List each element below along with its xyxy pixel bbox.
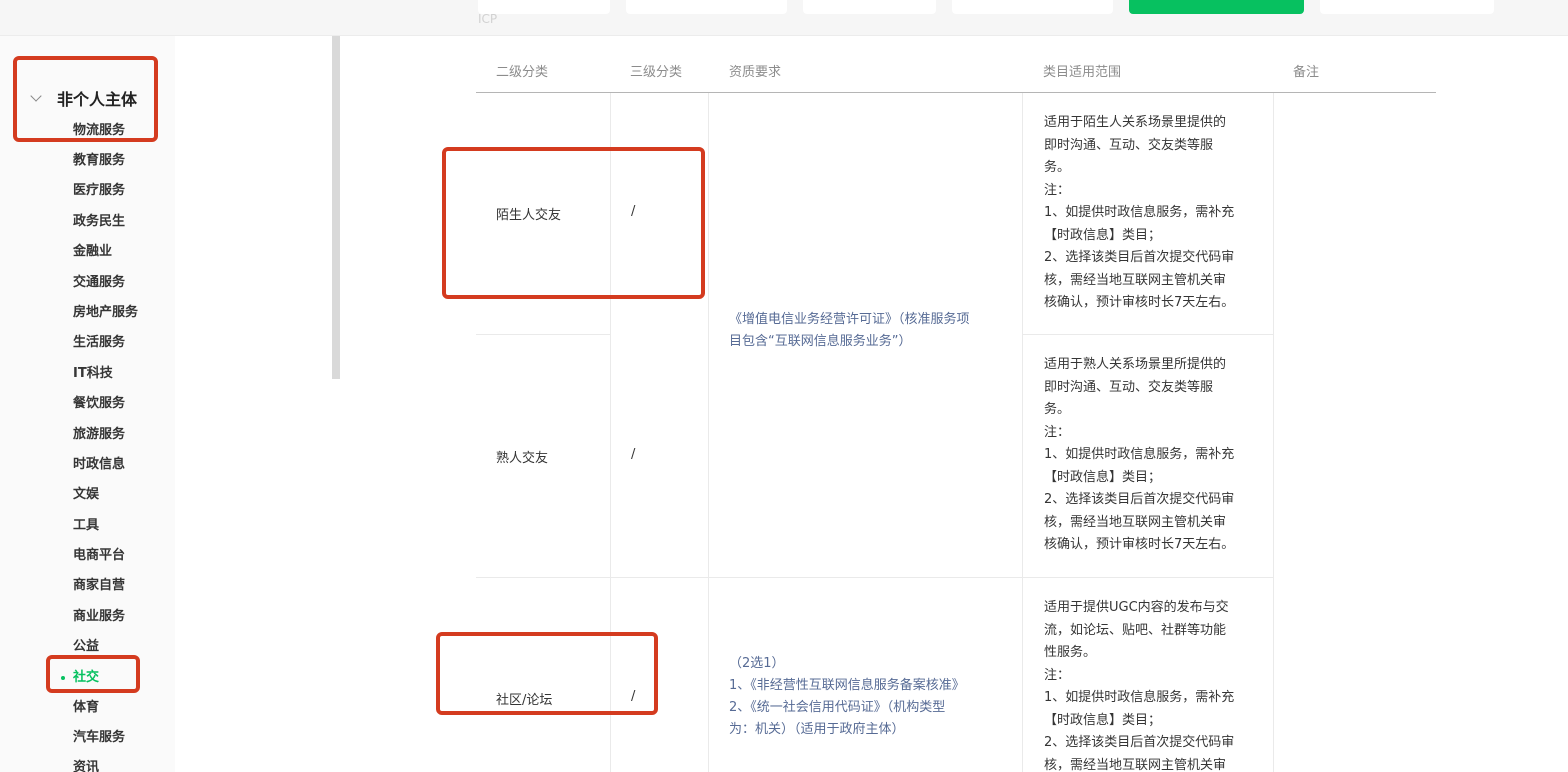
sidebar-item-travel[interactable]: 旅游服务 (73, 426, 125, 444)
scope-line: 2、选择该类目后首次提交代码审 (1044, 735, 1235, 750)
requirement-link-telecom[interactable]: 《增值电信业务经营许可证》（核准服务项 目包含“互联网信息服务业务”） (729, 309, 1019, 353)
table-cell-scope: 适用于陌生人关系场景里提供的 即时沟通、互动、交友类等服 务。 注： 1、如提供… (1044, 112, 1258, 315)
annotation-box-stranger (442, 147, 705, 299)
scope-line: 【时政信息】类目； (1044, 227, 1162, 243)
sidebar-item-it[interactable]: IT科技 (73, 365, 113, 383)
top-tab-6[interactable] (1320, 0, 1494, 14)
requirement-line: 《增值电信业务经营许可证》（核准服务项 (729, 312, 970, 327)
sidebar-item-ecommerce[interactable]: 电商平台 (73, 547, 125, 565)
scope-line: 核，需经当地互联网主管机关审 (1044, 514, 1227, 530)
row-divider (1022, 334, 1273, 335)
scope-line: 即时沟通、互动、交友类等服 (1044, 137, 1214, 153)
header-requirements: 资质要求 (729, 65, 782, 80)
sidebar-item-business[interactable]: 商业服务 (73, 608, 125, 626)
sidebar-item-politics[interactable]: 时政信息 (73, 456, 125, 474)
sidebar-item-finance[interactable]: 金融业 (73, 243, 112, 261)
table-cell-scope: 适用于熟人关系场景里所提供的 即时沟通、互动、交友类等服 务。 注： 1、如提供… (1044, 354, 1258, 557)
sidebar-item-transport[interactable]: 交通服务 (73, 274, 125, 292)
scope-line: 1、如提供时政信息服务，需补充 (1044, 447, 1235, 462)
sidebar-item-merchant[interactable]: 商家自营 (73, 577, 125, 595)
requirement-line: 目包含“互联网信息服务业务”） (729, 334, 912, 349)
sidebar-item-medical[interactable]: 医疗服务 (73, 182, 125, 200)
col-divider (1022, 93, 1023, 772)
col-divider (1273, 93, 1274, 772)
header-level3: 三级分类 (630, 65, 683, 80)
header-level2: 二级分类 (496, 65, 549, 80)
top-tab-1[interactable] (478, 0, 610, 14)
row-divider (476, 577, 1273, 578)
header-divider (476, 92, 1436, 93)
scope-line: 核，需经当地互联网主管机关审 (1044, 757, 1227, 772)
scope-line: 流，如论坛、贴吧、社群等功能 (1044, 622, 1227, 638)
table-cell-level3: / (631, 447, 636, 462)
faint-header-text: ICP (478, 12, 498, 26)
header-remarks: 备注 (1293, 65, 1320, 80)
sidebar-item-education[interactable]: 教育服务 (73, 152, 125, 170)
scope-line: 核确认，预计审核时长7天左右。 (1044, 295, 1235, 310)
scope-line: 1、如提供时政信息服务，需补充 (1044, 690, 1235, 705)
top-tab-active[interactable] (1129, 0, 1304, 14)
scope-line: 核，需经当地互联网主管机关审 (1044, 272, 1227, 288)
sidebar-item-life[interactable]: 生活服务 (73, 334, 125, 352)
sidebar-item-entertainment[interactable]: 文娱 (73, 486, 99, 504)
top-tab-4[interactable] (952, 0, 1113, 14)
scope-line: 【时政信息】类目； (1044, 712, 1162, 728)
sidebar-item-auto[interactable]: 汽车服务 (73, 729, 125, 747)
sidebar-item-tools[interactable]: 工具 (73, 517, 99, 535)
requirement-link-credit-code[interactable]: 2、《统一社会信用代码证》（机构类型 (729, 697, 1019, 719)
sidebar-item-news[interactable]: 资讯 (73, 759, 99, 772)
scope-line: 注： (1044, 667, 1071, 683)
header-scope: 类目适用范围 (1043, 65, 1122, 80)
top-toolbar: ICP (0, 0, 1568, 36)
scope-line: 2、选择该类目后首次提交代码审 (1044, 250, 1235, 265)
scope-line: 适用于陌生人关系场景里提供的 (1044, 115, 1227, 130)
col-divider (708, 93, 709, 772)
sidebar-scrollbar[interactable] (332, 36, 340, 379)
table-cell-scope: 适用于提供UGC内容的发布与交 流，如论坛、贴吧、社群等功能 性服务。 注： 1… (1044, 597, 1258, 772)
scope-line: 注： (1044, 182, 1071, 198)
scope-line: 注： (1044, 424, 1071, 440)
scope-line: 适用于提供UGC内容的发布与交 (1044, 600, 1229, 615)
table-cell-level2: 熟人交友 (496, 451, 549, 466)
scope-line: 核确认，预计审核时长7天左右。 (1044, 537, 1235, 552)
scope-line: 务。 (1044, 160, 1071, 175)
scope-line: 适用于熟人关系场景里所提供的 (1044, 357, 1227, 372)
requirement-line: 为：机关）（适用于政府主体） (729, 722, 905, 737)
top-tab-3[interactable] (803, 0, 936, 14)
top-tab-2[interactable] (626, 0, 787, 14)
sidebar-item-charity[interactable]: 公益 (73, 638, 99, 656)
sidebar-item-catering[interactable]: 餐饮服务 (73, 395, 125, 413)
sidebar-item-government[interactable]: 政务民生 (73, 213, 125, 231)
scope-line: 2、选择该类目后首次提交代码审 (1044, 492, 1235, 507)
row-divider (476, 334, 610, 335)
scope-line: 1、如提供时政信息服务，需补充 (1044, 205, 1235, 220)
annotation-box-social (46, 655, 140, 693)
requirement-line: （2选1） (729, 656, 785, 671)
sidebar-item-sports[interactable]: 体育 (73, 699, 99, 717)
sidebar-item-real-estate[interactable]: 房地产服务 (73, 304, 138, 322)
requirement-forum: （2选1） 1、《非经营性互联网信息服务备案核准》 2、《统一社会信用代码证》（… (729, 653, 1019, 741)
scope-line: 即时沟通、互动、交友类等服 (1044, 379, 1214, 395)
requirement-link-filing[interactable]: 1、《非经营性互联网信息服务备案核准》 (729, 675, 1019, 697)
scope-line: 【时政信息】类目； (1044, 469, 1162, 485)
scope-line: 务。 (1044, 402, 1071, 417)
annotation-box-group (13, 56, 158, 142)
annotation-box-forum (436, 632, 658, 715)
scope-line: 性服务。 (1044, 645, 1097, 660)
